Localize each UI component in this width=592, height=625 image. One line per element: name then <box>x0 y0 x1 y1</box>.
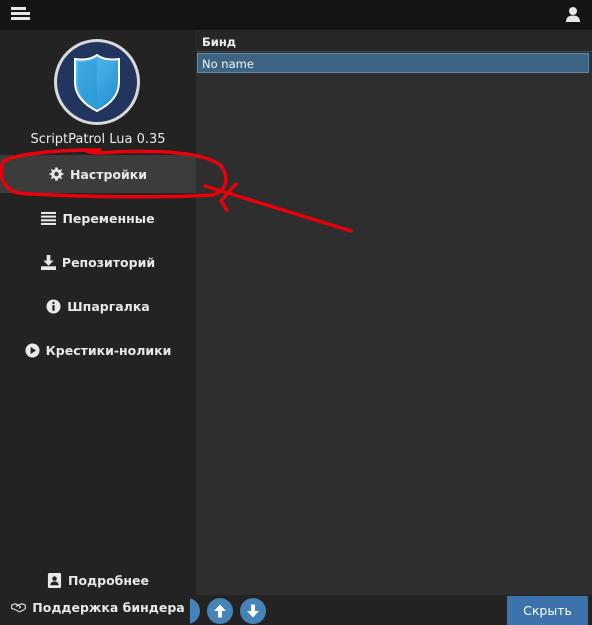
gear-icon <box>49 166 64 181</box>
sidebar-item-repository[interactable]: Репозиторий <box>0 243 196 281</box>
sidebar-item-label: Шпаргалка <box>67 298 150 314</box>
sidebar-item-cheatsheet[interactable]: Шпаргалка <box>0 287 196 325</box>
shield-icon <box>74 54 120 112</box>
move-down-button[interactable] <box>240 598 266 624</box>
sidebar-item-label: Репозиторий <box>61 254 156 270</box>
info-icon <box>46 298 61 314</box>
app-title: ScriptPatrol Lua 0.35 <box>30 132 166 147</box>
hide-button[interactable]: Скрыть <box>507 596 588 625</box>
sidebar-item-support[interactable]: Поддержка биндера <box>0 589 196 625</box>
play-icon <box>25 342 40 358</box>
move-up-button[interactable] <box>207 598 233 624</box>
arrow-down-icon <box>247 604 259 618</box>
table-row[interactable]: No name <box>197 53 589 73</box>
sidebar-item-settings[interactable]: Настройки <box>0 155 196 193</box>
sidebar: ScriptPatrol Lua 0.35 <box>0 30 196 625</box>
arrow-up-icon <box>214 604 226 618</box>
hamburger-icon[interactable] <box>11 7 31 23</box>
app-logo <box>54 39 140 125</box>
list-icon <box>41 211 57 225</box>
table-cell: No name <box>202 57 254 71</box>
contact-icon <box>47 572 62 588</box>
sidebar-item-label: Подробнее <box>68 572 149 588</box>
sidebar-item-label: Крестики-нолики <box>45 342 172 358</box>
partial-button[interactable] <box>190 598 200 624</box>
sidebar-item-tictactoe[interactable]: Крестики-нолики <box>0 331 196 369</box>
sidebar-item-variables[interactable]: Переменные <box>0 199 196 237</box>
sidebar-item-label: Переменные <box>62 210 155 226</box>
sidebar-item-label: Настройки <box>69 166 148 182</box>
handshake-icon <box>11 602 27 613</box>
table-header: Бинд <box>197 31 592 52</box>
top-bar <box>0 0 592 30</box>
sidebar-item-label: Поддержка биндера <box>32 599 185 615</box>
user-icon[interactable] <box>564 5 582 23</box>
column-header-bind: Бинд <box>202 35 237 49</box>
download-icon <box>40 254 56 270</box>
